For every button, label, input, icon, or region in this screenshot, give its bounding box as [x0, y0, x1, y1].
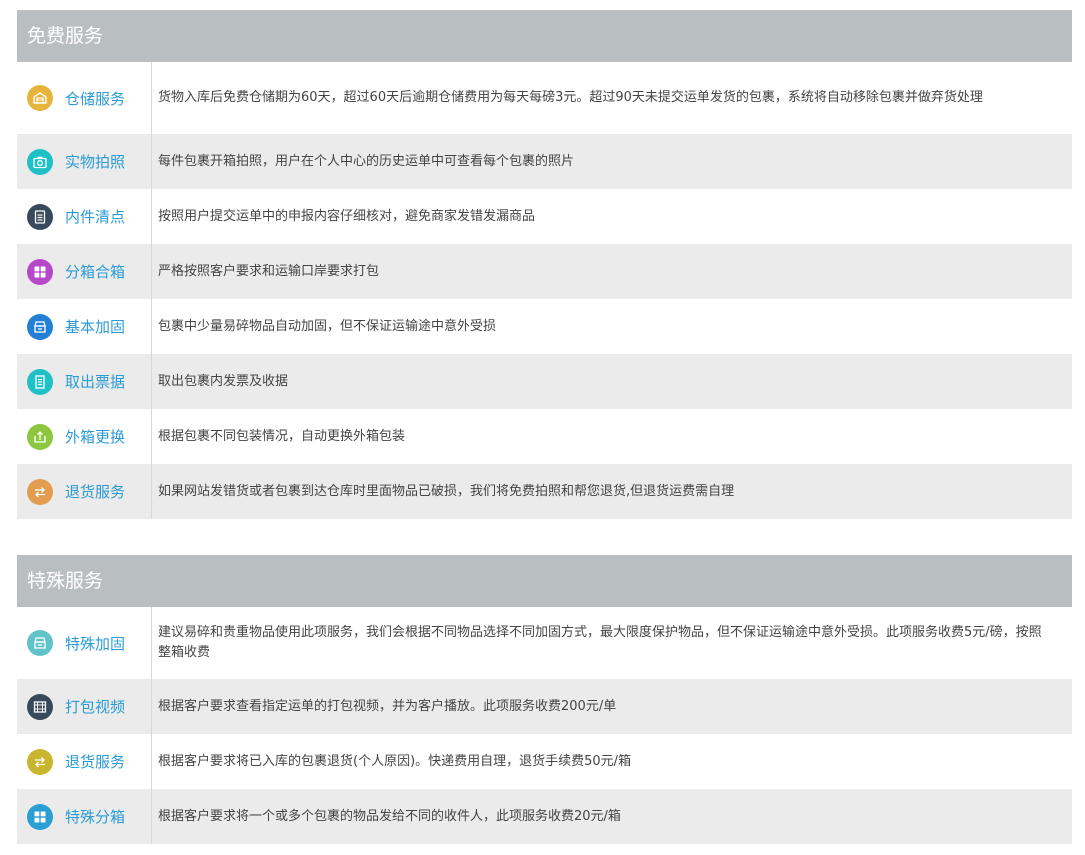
- free-services-section: 免费服务 仓储服务 货物入库后免费仓储期为60天，超过60天后逾期仓储费用为每天每…: [17, 10, 1072, 519]
- service-name-cell: 特殊分箱: [17, 789, 152, 844]
- section-title: 特殊服务: [17, 555, 1072, 607]
- section-title: 免费服务: [17, 10, 1072, 62]
- grid-icon: [27, 803, 53, 830]
- service-row: 分箱合箱 严格按照客户要求和运输口岸要求打包: [17, 244, 1072, 299]
- warehouse-icon: [27, 85, 53, 111]
- service-label: 退货服务: [65, 753, 126, 771]
- service-label: 基本加固: [65, 318, 126, 336]
- service-row: 外箱更换 根据包裹不同包装情况，自动更换外箱包装: [17, 409, 1072, 464]
- special-services-section: 特殊服务 特殊加固 建议易碎和贵重物品使用此项服务，我们会根据不同物品选择不同加固…: [17, 555, 1072, 844]
- video-icon: [27, 693, 53, 720]
- service-description: 包裹中少量易碎物品自动加固，但不保证运输途中意外受损: [158, 318, 497, 334]
- service-row: 退货服务 如果网站发错货或者包裹到达仓库时里面物品已破损，我们将免费拍照和帮您退货…: [17, 464, 1072, 519]
- service-row: 特殊加固 建议易碎和贵重物品使用此项服务，我们会根据不同物品选择不同加固方式，最大…: [17, 607, 1072, 679]
- service-row: 内件清点 按照用户提交运单中的申报内容仔细核对，避免商家发错发漏商品: [17, 189, 1072, 244]
- return-icon: [27, 748, 53, 775]
- service-label: 特殊分箱: [65, 808, 126, 826]
- service-description: 根据客户要求查看指定运单的打包视频，并为客户播放。此项服务收费200元/单: [158, 698, 617, 714]
- service-name-cell: 特殊加固: [17, 607, 152, 679]
- service-row: 仓储服务 货物入库后免费仓储期为60天，超过60天后逾期仓储费用为每天每磅3元。超…: [17, 62, 1072, 134]
- grid-icon: [27, 258, 53, 285]
- service-description: 建议易碎和贵重物品使用此项服务，我们会根据不同物品选择不同加固方式，最大限度保护…: [158, 625, 1042, 660]
- service-label: 仓储服务: [65, 89, 126, 108]
- service-label: 退货服务: [65, 483, 126, 501]
- service-description: 每件包裹开箱拍照，用户在个人中心的历史运单中可查看每个包裹的照片: [158, 153, 575, 169]
- service-row: 特殊分箱 根据客户要求将一个或多个包裹的物品发给不同的收件人，此项服务收费20元/…: [17, 789, 1072, 844]
- service-row: 打包视频 根据客户要求查看指定运单的打包视频，并为客户播放。此项服务收费200元/…: [17, 679, 1072, 734]
- service-label: 内件清点: [65, 208, 126, 226]
- service-description: 根据客户要求将一个或多个包裹的物品发给不同的收件人，此项服务收费20元/箱: [158, 808, 621, 824]
- service-description: 根据包裹不同包装情况，自动更换外箱包装: [158, 428, 406, 444]
- service-row: 退货服务 根据客户要求将已入库的包裹退货(个人原因)。快递费用自理，退货手续费50…: [17, 734, 1072, 789]
- service-name-cell: 打包视频: [17, 679, 152, 734]
- service-name-cell: 基本加固: [17, 299, 152, 354]
- service-label: 取出票据: [65, 373, 126, 391]
- document-icon: [27, 203, 53, 230]
- return-icon: [27, 478, 53, 505]
- box-icon: [27, 630, 53, 656]
- service-description: 取出包裹内发票及收据: [158, 373, 289, 389]
- receipt-icon: [27, 368, 53, 395]
- service-row: 取出票据 取出包裹内发票及收据: [17, 354, 1072, 409]
- service-name-cell: 分箱合箱: [17, 244, 152, 299]
- service-label: 打包视频: [65, 698, 126, 716]
- service-label: 特殊加固: [65, 634, 126, 653]
- service-label: 实物拍照: [65, 153, 126, 171]
- service-name-cell: 仓储服务: [17, 62, 152, 134]
- box-icon: [27, 313, 53, 340]
- service-name-cell: 外箱更换: [17, 409, 152, 464]
- service-description: 货物入库后免费仓储期为60天，超过60天后逾期仓储费用为每天每磅3元。超过90天…: [158, 90, 983, 105]
- service-description: 按照用户提交运单中的申报内容仔细核对，避免商家发错发漏商品: [158, 208, 536, 224]
- service-label: 外箱更换: [65, 428, 126, 446]
- service-name-cell: 内件清点: [17, 189, 152, 244]
- camera-icon: [27, 148, 53, 175]
- package-swap-icon: [27, 423, 53, 450]
- service-description: 如果网站发错货或者包裹到达仓库时里面物品已破损，我们将免费拍照和帮您退货,但退货…: [158, 483, 735, 499]
- service-name-cell: 实物拍照: [17, 134, 152, 189]
- service-name-cell: 退货服务: [17, 464, 152, 519]
- service-description: 根据客户要求将已入库的包裹退货(个人原因)。快递费用自理，退货手续费50元/箱: [158, 753, 632, 769]
- service-label: 分箱合箱: [65, 263, 126, 281]
- service-row: 基本加固 包裹中少量易碎物品自动加固，但不保证运输途中意外受损: [17, 299, 1072, 354]
- service-name-cell: 退货服务: [17, 734, 152, 789]
- service-description: 严格按照客户要求和运输口岸要求打包: [158, 263, 380, 279]
- service-row: 实物拍照 每件包裹开箱拍照，用户在个人中心的历史运单中可查看每个包裹的照片: [17, 134, 1072, 189]
- service-name-cell: 取出票据: [17, 354, 152, 409]
